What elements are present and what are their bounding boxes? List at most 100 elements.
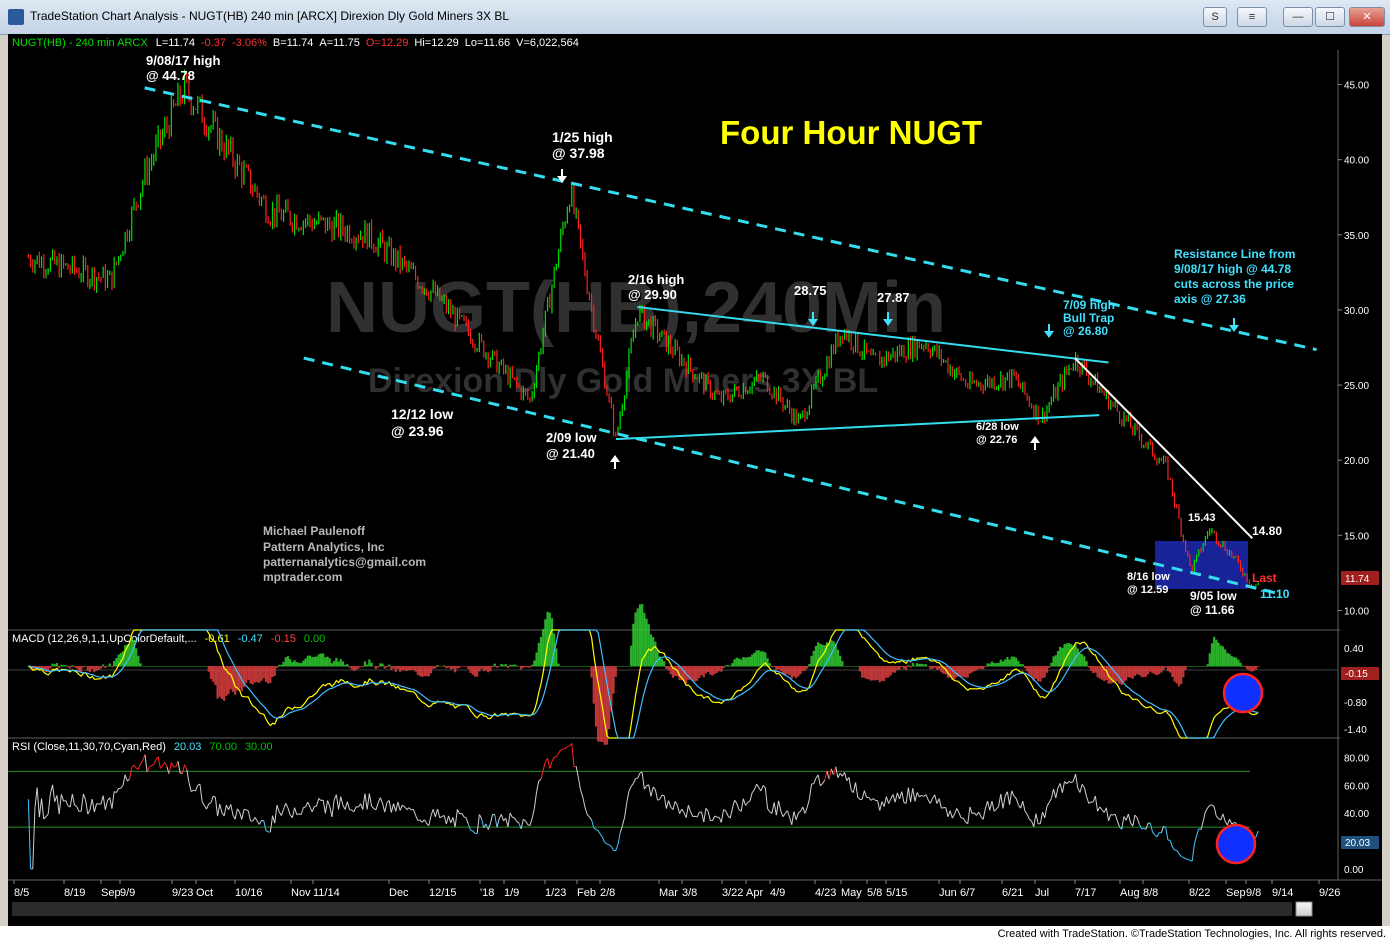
macd-histogram-bar bbox=[449, 666, 452, 670]
macd-histogram-bar bbox=[924, 664, 928, 667]
macd-histogram-bar bbox=[984, 666, 987, 668]
macd-histogram-bar bbox=[770, 666, 774, 668]
macd-histogram-bar bbox=[513, 664, 516, 667]
quote-stat: -0.37 bbox=[201, 37, 226, 49]
macd-histogram-bar bbox=[641, 604, 644, 667]
macd-histogram-bar bbox=[801, 666, 804, 671]
macd-histogram-bar bbox=[1037, 666, 1040, 682]
macd-histogram-bar bbox=[467, 666, 470, 670]
macd-histogram-bar bbox=[1204, 666, 1207, 667]
macd-histogram-bar bbox=[748, 656, 752, 667]
macd-histogram-bar bbox=[627, 666, 631, 667]
macd-histogram-bar bbox=[502, 664, 505, 667]
minimize-button[interactable]: — bbox=[1283, 7, 1313, 27]
macd-histogram-bar bbox=[337, 661, 340, 667]
macd-histogram-bar bbox=[1028, 666, 1031, 675]
macd-histogram-bar bbox=[1210, 643, 1214, 667]
macd-histogram-bar bbox=[1186, 666, 1189, 667]
macd-histogram-bar bbox=[198, 666, 202, 667]
macd-histogram-bar bbox=[359, 666, 362, 667]
macd-histogram-bar bbox=[280, 664, 283, 667]
macd-histogram-bar bbox=[405, 666, 408, 671]
macd-histogram-bar bbox=[973, 666, 976, 672]
macd-histogram-bar bbox=[515, 665, 518, 667]
macd-histogram-bar bbox=[566, 666, 569, 667]
macd-histogram-bar bbox=[106, 665, 109, 667]
macd-histogram-bar bbox=[632, 623, 635, 667]
macd-histogram-bar bbox=[669, 666, 672, 675]
macd-histogram-bar bbox=[863, 666, 866, 678]
macd-histogram-bar bbox=[1162, 666, 1165, 670]
macd-histogram-bar bbox=[1217, 642, 1220, 667]
macd-histogram-bar bbox=[1173, 666, 1176, 682]
macd-histogram-bar bbox=[460, 666, 463, 667]
macd-histogram-bar bbox=[861, 666, 864, 678]
macd-histogram-bar bbox=[1237, 659, 1240, 667]
macd-histogram-bar bbox=[1059, 646, 1062, 667]
macd-histogram-bar bbox=[999, 659, 1002, 667]
macd-histogram-bar bbox=[636, 608, 639, 667]
macd-histogram-bar bbox=[451, 666, 455, 669]
macd-histogram-bar bbox=[1219, 645, 1222, 667]
macd-histogram-bar bbox=[139, 663, 142, 667]
macd-histogram-bar bbox=[363, 661, 367, 667]
price-tick-label: 40.00 bbox=[1344, 156, 1369, 167]
macd-histogram-bar bbox=[1149, 666, 1152, 672]
macd-histogram-bar bbox=[555, 648, 558, 667]
macd-histogram-bar bbox=[1048, 666, 1051, 668]
watermark-name: Direxion Dly Gold Miners 3X BL bbox=[368, 362, 878, 400]
macd-histogram-bar bbox=[454, 666, 457, 673]
time-tick-label: 12/15 bbox=[429, 887, 457, 899]
time-tick-label: 1/9 bbox=[504, 887, 519, 899]
annotation-jun-low: 6/28 low @ 22.76 bbox=[976, 421, 1022, 446]
macd-histogram-bar bbox=[1180, 666, 1183, 685]
symbol-link-button[interactable]: S bbox=[1203, 7, 1227, 27]
macd-histogram-bar bbox=[341, 661, 345, 667]
macd-histogram-bar bbox=[1012, 656, 1016, 667]
time-tick-label: 6/7 bbox=[960, 887, 975, 899]
macd-histogram-bar bbox=[775, 666, 778, 671]
macd-histogram-bar bbox=[731, 663, 734, 667]
quote-stat: V=6,022,564 bbox=[516, 37, 579, 49]
macd-histogram-bar bbox=[1230, 656, 1233, 667]
macd-histogram-bar bbox=[326, 656, 329, 667]
macd-histogram-bar bbox=[1213, 636, 1216, 667]
macd-histogram-bar bbox=[533, 660, 536, 667]
macd-histogram-bar bbox=[557, 663, 560, 667]
time-tick-label: 8/19 bbox=[64, 887, 85, 899]
macd-histogram-bar bbox=[73, 666, 76, 668]
price-tick-label: 45.00 bbox=[1344, 81, 1369, 92]
macd-label: MACD (12,26,9,1,1,UpColorDefault,... -0.6… bbox=[12, 633, 325, 645]
macd-histogram-bar bbox=[865, 666, 868, 679]
maximize-button[interactable]: ☐ bbox=[1315, 7, 1345, 27]
macd-histogram-bar bbox=[964, 666, 967, 678]
quote-stat: B=11.74 bbox=[273, 37, 313, 49]
macd-histogram-bar bbox=[922, 664, 925, 667]
macd-histogram-bar bbox=[896, 666, 899, 670]
time-scrollbar-thumb[interactable] bbox=[1295, 901, 1313, 917]
macd-histogram-bar bbox=[1041, 666, 1044, 679]
macd-histogram-bar bbox=[458, 666, 461, 668]
macd-histogram-bar bbox=[808, 663, 811, 667]
macd-histogram-bar bbox=[374, 666, 378, 670]
chart-svg[interactable]: NUGT(HB),240Min Direxion Dly Gold Miners… bbox=[8, 34, 1382, 926]
close-button[interactable]: ✕ bbox=[1349, 7, 1385, 27]
macd-histogram-bar bbox=[185, 666, 188, 667]
macd-histogram-bar bbox=[1184, 666, 1187, 670]
menu-button[interactable]: ≡ bbox=[1237, 7, 1267, 27]
macd-histogram-bar bbox=[77, 666, 81, 671]
macd-histogram-bar bbox=[245, 666, 248, 683]
time-scrollbar-track[interactable] bbox=[12, 902, 1292, 916]
chart-area[interactable]: NUGT(HB),240Min Direxion Dly Gold Miners… bbox=[8, 34, 1382, 926]
macd-histogram-bar bbox=[1129, 666, 1132, 678]
macd-histogram-bar bbox=[1001, 661, 1005, 667]
macd-histogram-bar bbox=[1096, 666, 1099, 678]
macd-histogram-bar bbox=[709, 666, 712, 675]
macd-histogram-bar bbox=[1235, 657, 1238, 667]
macd-histogram-bar bbox=[806, 666, 809, 669]
time-tick-label: Oct bbox=[196, 887, 213, 899]
rsi-tick-label: 80.00 bbox=[1344, 753, 1369, 764]
macd-histogram-bar bbox=[1177, 666, 1181, 687]
macd-histogram-bar bbox=[247, 666, 250, 681]
macd-histogram-bar bbox=[282, 661, 285, 667]
